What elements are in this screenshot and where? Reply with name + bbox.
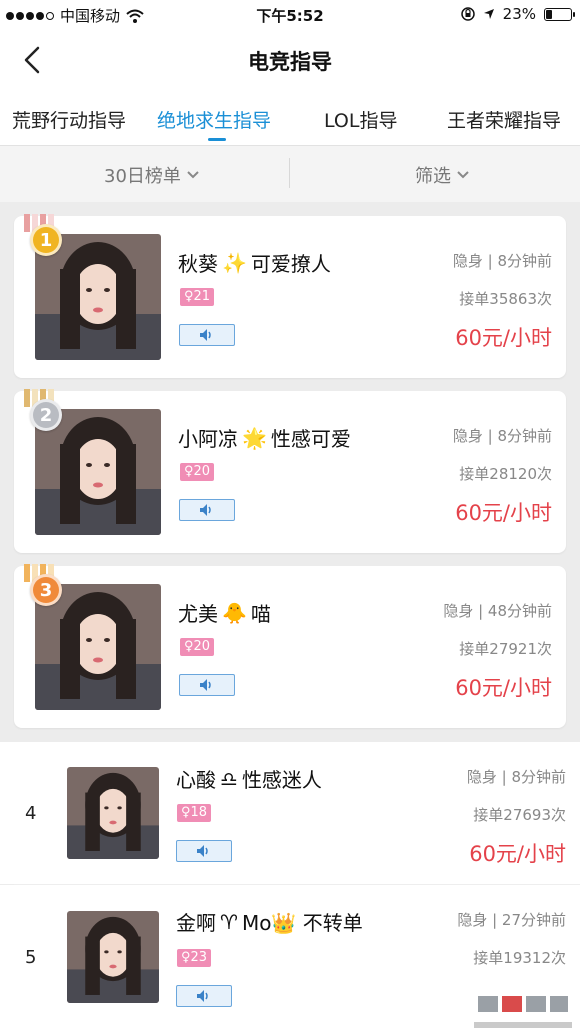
- tab-honor-of-kings[interactable]: 王者荣耀指导: [447, 106, 561, 133]
- player-name: 尤美 🐥 喵: [178, 598, 271, 627]
- location-arrow-icon: [483, 9, 494, 19]
- online-status: 隐身 | 48分钟前: [443, 602, 552, 620]
- player-tagline: 性感迷人: [241, 768, 322, 792]
- site-watermark-logo: [472, 990, 572, 1028]
- rank-number: 5: [25, 947, 37, 968]
- category-tabs: 荒野行动指导 绝地求生指导 LOL指导 王者荣耀指导: [0, 90, 580, 146]
- ranking-dropdown[interactable]: 30日榜单: [104, 162, 199, 188]
- voice-sample-button[interactable]: [179, 324, 235, 346]
- player-tagline: 性感可爱: [270, 427, 351, 451]
- chevron-down-icon: [187, 171, 199, 179]
- player-name: 秋葵 ✨ 可爱撩人: [178, 248, 331, 277]
- online-status: 隐身 | 8分钟前: [452, 427, 552, 445]
- order-count: 接单19312次: [473, 949, 566, 967]
- navigation-bar: 电竞指导: [0, 30, 580, 90]
- chevron-down-icon: [457, 171, 469, 179]
- speaker-icon: [200, 504, 211, 516]
- gender-age-badge: ♀23: [177, 949, 212, 967]
- gender-age-badge: ♀18: [177, 804, 212, 822]
- player-name-text: 小阿凉: [178, 427, 238, 451]
- player-name-text: 心酸: [176, 768, 216, 792]
- tab-wilderness-action[interactable]: 荒野行动指导: [12, 106, 126, 133]
- speaker-icon: [200, 329, 211, 341]
- rotation-lock-icon: [460, 7, 475, 21]
- player-card[interactable]: 3 尤美 🐥 喵 ♀20 隐身 | 48分钟前 接单27921次 60元/小时: [14, 564, 566, 728]
- player-name: 小阿凉 🌟 性感可爱: [178, 423, 351, 452]
- player-name-text: 秋葵: [178, 252, 218, 276]
- avatar[interactable]: [67, 911, 159, 1003]
- order-count: 接单27693次: [473, 806, 566, 824]
- gender-age-badge: ♀20: [180, 463, 215, 481]
- chick-icon: 🐥: [222, 600, 247, 625]
- order-count: 接单35863次: [459, 290, 552, 308]
- gender-age-badge: ♀21: [180, 288, 215, 306]
- speaker-icon: [200, 679, 211, 691]
- player-tagline: 喵: [250, 602, 271, 626]
- player-row[interactable]: 4 心酸 ♎ 性感迷人 ♀18 隐身 | 8分钟前 接单27693次 60元/小…: [0, 742, 580, 884]
- aries-icon: ♈: [220, 909, 238, 934]
- battery-percent: 23%: [502, 5, 536, 23]
- voice-sample-button[interactable]: [179, 674, 235, 696]
- tab-pubg[interactable]: 绝地求生指导: [157, 106, 271, 133]
- gender-age-badge: ♀20: [180, 638, 215, 656]
- online-status: 隐身 | 8分钟前: [466, 768, 566, 786]
- filter-divider: [289, 158, 290, 188]
- speaker-icon: [197, 990, 208, 1002]
- battery-icon: [544, 7, 575, 21]
- rank-medal-icon: 3: [30, 574, 62, 606]
- status-right: 23%: [460, 5, 575, 23]
- order-count: 接单28120次: [459, 465, 552, 483]
- player-card[interactable]: 1 秋葵 ✨ 可爱撩人 ♀21 隐身 | 8分钟前 接单35863次 60元/小…: [14, 214, 566, 378]
- rank-number: 4: [25, 803, 37, 824]
- speaker-icon: [197, 845, 208, 857]
- player-tagline: Mo👑 不转单: [241, 911, 363, 935]
- player-name: 心酸 ♎ 性感迷人: [176, 764, 322, 793]
- sparkles-icon: ✨: [222, 250, 247, 275]
- price: 60元/小时: [455, 676, 552, 700]
- rank-medal-icon: 1: [30, 224, 62, 256]
- player-name-text: 尤美: [178, 602, 218, 626]
- online-status: 隐身 | 27分钟前: [457, 911, 566, 929]
- player-name-text: 金啊: [176, 911, 216, 935]
- voice-sample-button[interactable]: [176, 840, 232, 862]
- active-tab-indicator: [208, 138, 226, 141]
- libra-icon: ♎: [220, 766, 238, 791]
- filter-dropdown-label: 筛选: [415, 166, 451, 187]
- filter-dropdown[interactable]: 筛选: [415, 162, 469, 188]
- tab-lol[interactable]: LOL指导: [324, 106, 397, 133]
- player-tagline: 可爱撩人: [250, 252, 331, 276]
- avatar[interactable]: [67, 767, 159, 859]
- player-name: 金啊 ♈ Mo👑 不转单: [176, 907, 363, 936]
- price: 60元/小时: [469, 842, 566, 866]
- page-title: 电竞指导: [248, 50, 332, 74]
- voice-sample-button[interactable]: [176, 985, 232, 1007]
- price: 60元/小时: [455, 326, 552, 350]
- player-card[interactable]: 2 小阿凉 🌟 性感可爱 ♀20 隐身 | 8分钟前 接单28120次 60元/…: [14, 389, 566, 553]
- star-icon: 🌟: [242, 425, 267, 450]
- online-status: 隐身 | 8分钟前: [452, 252, 552, 270]
- status-bar: 中国移动 下午5:52 23%: [0, 0, 580, 30]
- price: 60元/小时: [455, 501, 552, 525]
- ranking-dropdown-label: 30日榜单: [104, 166, 181, 187]
- rank-medal-icon: 2: [30, 399, 62, 431]
- voice-sample-button[interactable]: [179, 499, 235, 521]
- order-count: 接单27921次: [459, 640, 552, 658]
- filter-bar: 30日榜单 筛选: [0, 146, 580, 202]
